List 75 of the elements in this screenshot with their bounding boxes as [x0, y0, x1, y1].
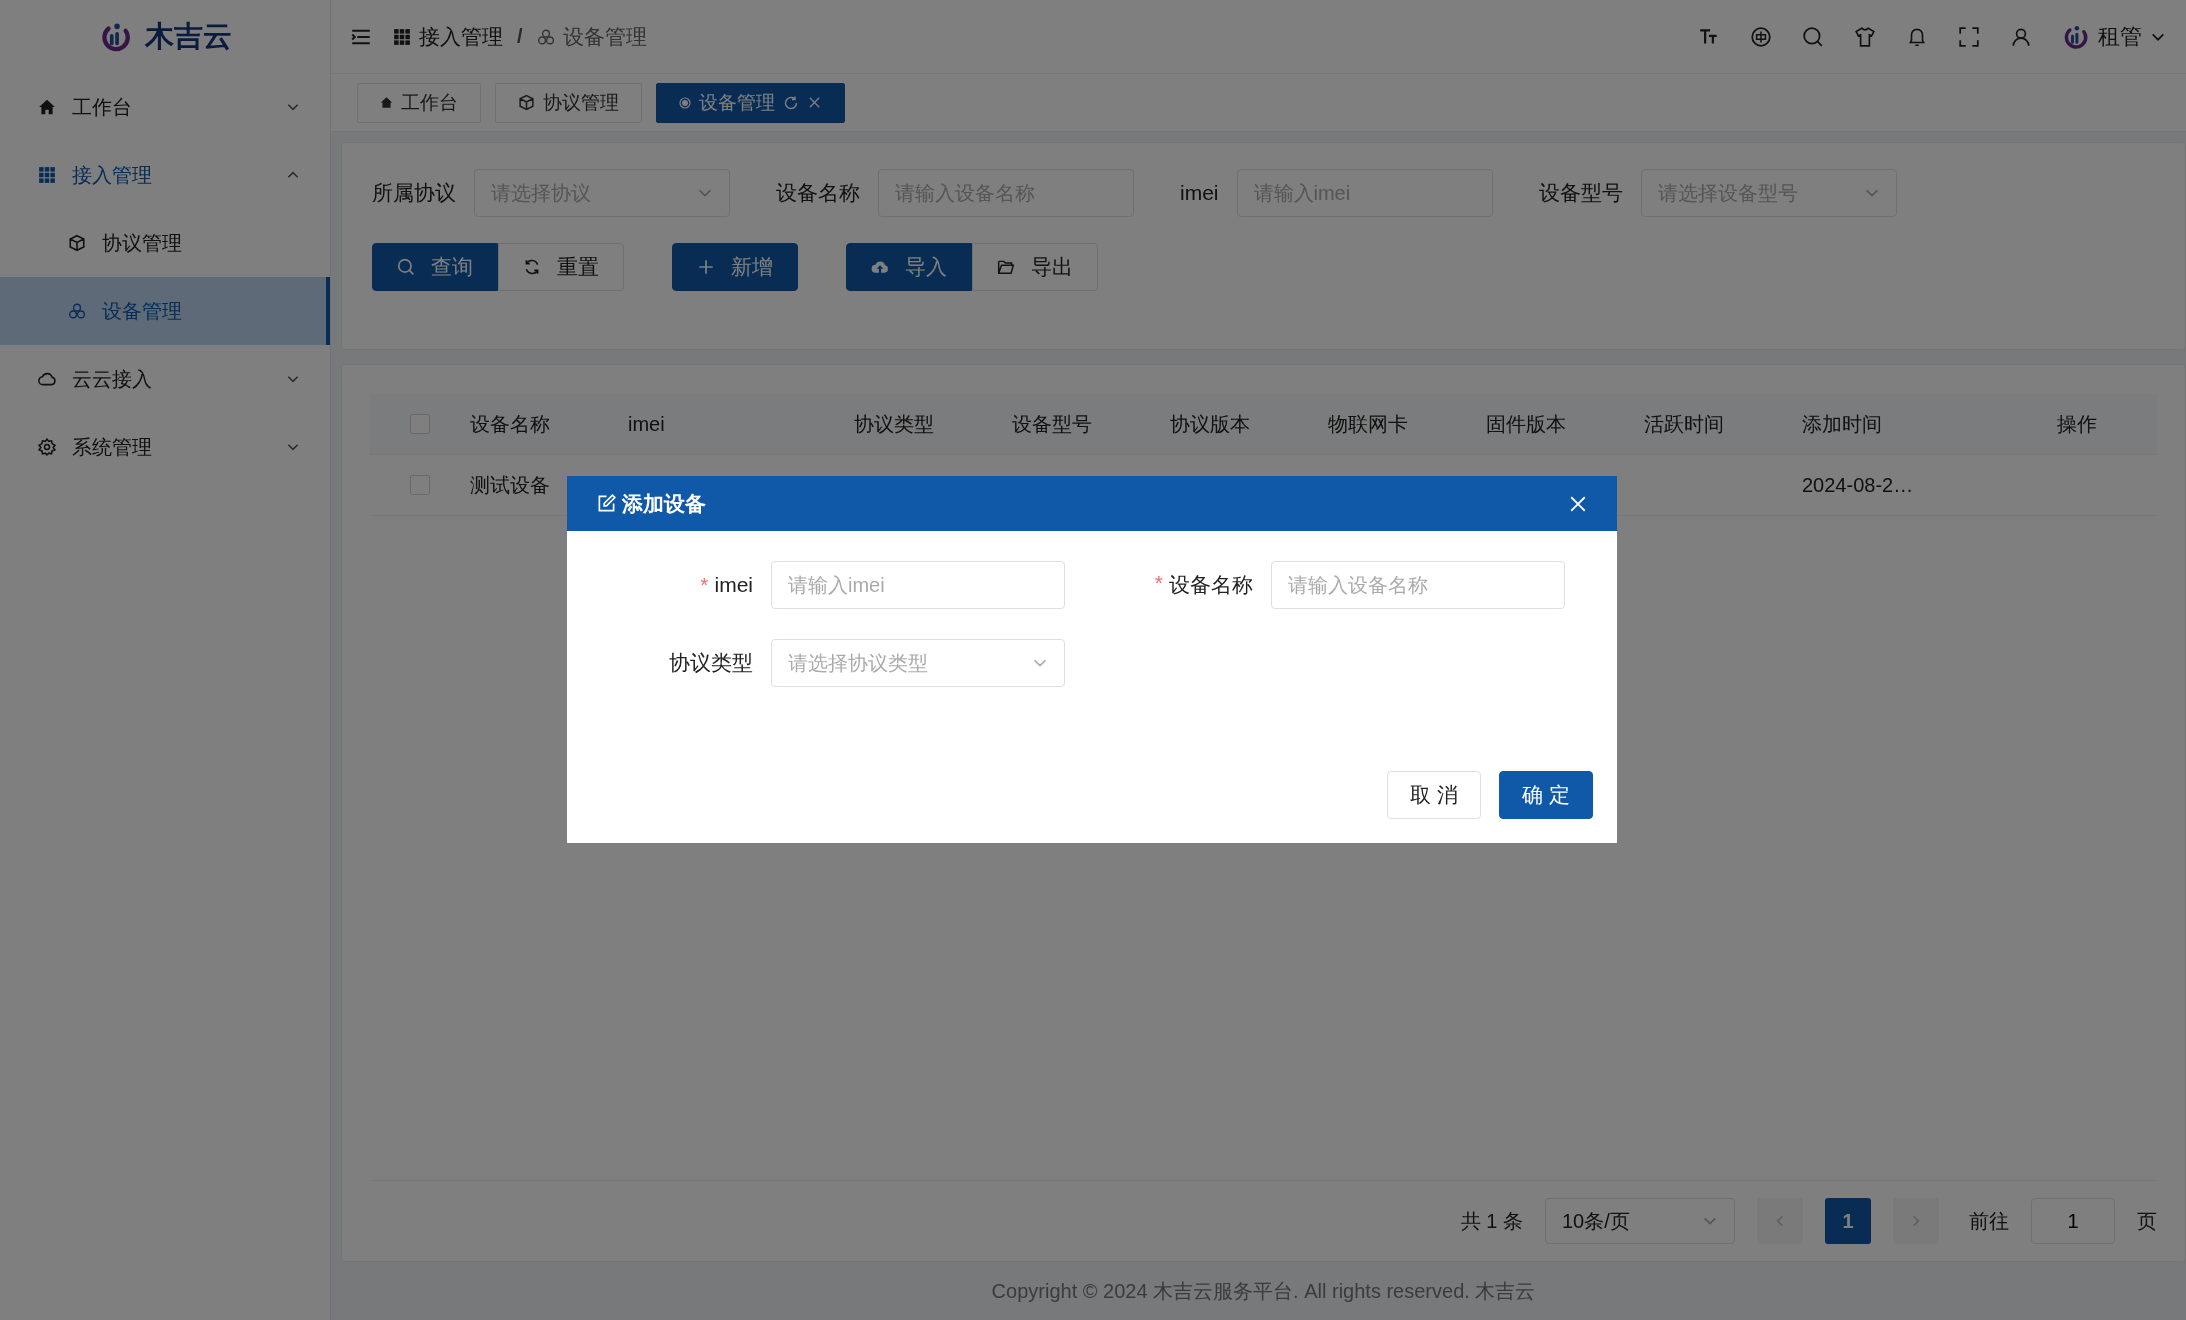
home-icon: [380, 96, 393, 109]
input-field[interactable]: 请输入设备名称: [1271, 561, 1565, 609]
dot-icon: [679, 96, 691, 109]
sidebar-item[interactable]: 云云接入: [0, 345, 330, 413]
home-icon: [38, 98, 56, 116]
page-tab[interactable]: 协议管理: [495, 82, 642, 123]
sidebar-item[interactable]: 设备管理: [0, 277, 330, 345]
fullscreen-icon[interactable]: [1958, 25, 1980, 48]
column-header: 设备型号: [1012, 412, 1092, 435]
gear-icon: [38, 438, 56, 456]
table-cell: 测试设备: [470, 473, 550, 496]
toolbar-button[interactable]: 新增: [672, 243, 798, 291]
grid-icon: [393, 27, 411, 46]
sidebar-item[interactable]: 系统管理: [0, 413, 330, 481]
button-icon: [397, 258, 415, 276]
input-field[interactable]: 请输入imei: [771, 561, 1065, 609]
page-number[interactable]: 1: [1825, 1198, 1871, 1244]
page-size-select[interactable]: 10条/页: [1545, 1198, 1735, 1244]
search-icon[interactable]: [1802, 25, 1824, 48]
column-header: 协议版本: [1170, 412, 1250, 435]
grid-icon: [38, 166, 56, 184]
column-header: 操作: [2057, 412, 2097, 435]
button-icon: [697, 258, 715, 276]
logo-text: 木吉云: [144, 18, 232, 54]
total-count: 共 1 条: [1460, 1208, 1523, 1234]
toolbar-button[interactable]: 查询: [372, 243, 498, 291]
copyright-text: Copyright © 2024 木吉云服务平台. All rights reserved. 木吉云: [991, 1278, 1536, 1304]
nodes-icon: [536, 27, 555, 46]
field-label: imei: [714, 573, 753, 597]
required-mark: *: [700, 573, 709, 597]
column-header: 添加时间: [1802, 412, 1882, 435]
nodes-icon: [68, 302, 86, 320]
cube-icon: [68, 234, 86, 252]
cube-icon: [518, 94, 535, 111]
column-header: 活跃时间: [1644, 412, 1724, 435]
cloud-icon: [38, 370, 56, 388]
goto-label: 前往: [1969, 1208, 2009, 1234]
sidebar-item[interactable]: 协议管理: [0, 209, 330, 277]
filter-label: 所属协议: [372, 180, 456, 206]
user-menu[interactable]: 租管: [2062, 21, 2166, 52]
column-header: imei: [628, 412, 665, 435]
edit-icon: [597, 494, 616, 513]
dialog-button[interactable]: 取 消: [1387, 771, 1482, 819]
toolbar-button[interactable]: 重置: [498, 243, 624, 291]
dialog-title: 添加设备: [622, 490, 706, 517]
breadcrumb-item: 设备管理: [562, 23, 647, 50]
sidebar-item[interactable]: 接入管理: [0, 141, 330, 209]
column-header: 协议类型: [854, 412, 934, 435]
page-input[interactable]: 1: [2031, 1198, 2115, 1244]
page-tab[interactable]: 工作台: [357, 82, 481, 123]
refresh-icon[interactable]: [783, 94, 799, 111]
button-icon: [997, 258, 1015, 276]
page-tab[interactable]: 设备管理: [656, 82, 845, 123]
toolbar-button[interactable]: 导入: [846, 243, 972, 291]
required-mark: *: [1154, 571, 1163, 596]
dialog-button[interactable]: 确 定: [1499, 771, 1593, 819]
column-header: 物联网卡: [1328, 412, 1408, 435]
toolbar-button[interactable]: 导出: [972, 243, 1098, 291]
close-icon[interactable]: [807, 95, 822, 110]
table-cell: 2024-08-2…: [1802, 473, 1914, 496]
close-icon[interactable]: [1569, 494, 1587, 513]
field-label: 设备名称: [1169, 572, 1253, 598]
filter-label: 设备型号: [1538, 180, 1623, 206]
breadcrumb-item[interactable]: 接入管理: [419, 22, 503, 51]
shirt-icon[interactable]: [1854, 25, 1876, 48]
page-suffix: 页: [2137, 1208, 2157, 1234]
column-header: 设备名称: [470, 412, 550, 435]
column-header: 固件版本: [1486, 412, 1566, 435]
breadcrumb-separator: /: [517, 25, 523, 48]
field-label: 协议类型: [669, 650, 753, 676]
filter-label: 设备名称: [776, 180, 860, 206]
button-icon: [523, 258, 541, 276]
filter-label: imei: [1180, 181, 1219, 205]
language-icon[interactable]: [1750, 25, 1772, 48]
sidebar-item[interactable]: 工作台: [0, 73, 330, 141]
